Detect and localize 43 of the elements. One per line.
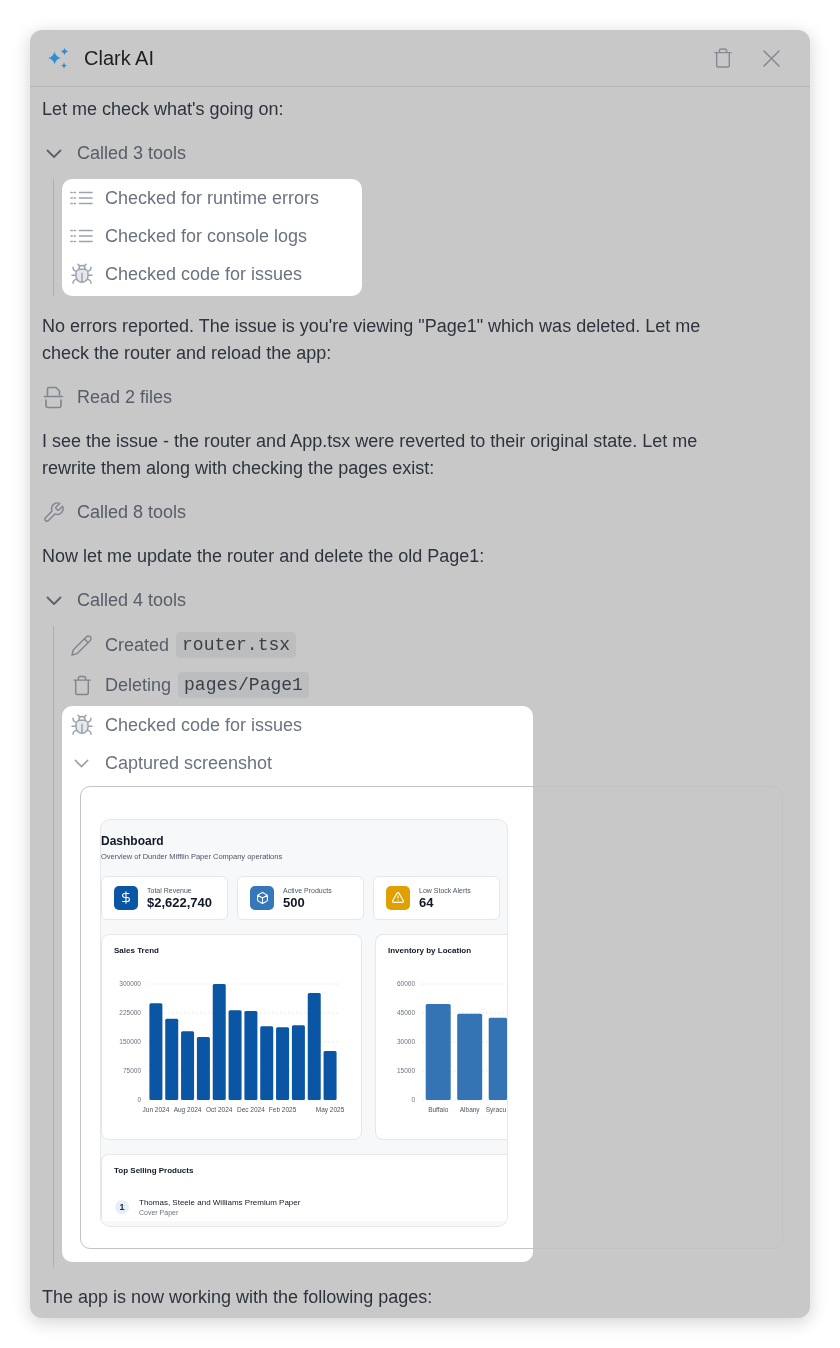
tool-call-label: Deleting — [105, 673, 172, 697]
message-text: The app is now working with the following pages: — [42, 1285, 434, 1309]
bug-icon — [70, 263, 93, 285]
tool-call-label: Checked code for issues — [105, 262, 303, 286]
trash-icon — [72, 674, 91, 696]
bar — [323, 1050, 337, 1100]
stat-value: 64 — [419, 894, 434, 910]
tool-group-toggle[interactable]: Read 2 files — [42, 384, 173, 411]
chart-title: Sales Trend — [113, 944, 159, 957]
stat-value: 500 — [283, 894, 305, 910]
tool-call-label: Checked for runtime errors — [105, 186, 320, 210]
tool-call-label: Created — [105, 633, 170, 657]
dashboard-title: Dashboard — [101, 832, 164, 849]
products-title: Top Selling Products — [114, 1164, 194, 1177]
delete-button[interactable] — [714, 48, 732, 68]
message-text: No errors reported. The issue is you're viewing "Page1" which was deleted. Let me check the router and reload the app: — [42, 315, 702, 365]
rank-badge: 1 — [115, 1200, 129, 1214]
tool-group-toggle[interactable]: Called 3 tools — [42, 140, 187, 167]
bar — [196, 1036, 210, 1100]
list-icon — [70, 191, 93, 205]
tool-group-toggle[interactable]: Called 8 tools — [42, 499, 187, 526]
tool-call-label: Checked for console logs — [105, 224, 308, 248]
tool-call-label: Checked code for issues — [105, 713, 303, 737]
stat-value: $2,622,740 — [147, 894, 213, 910]
message-text: Let me check what's going on: — [42, 98, 285, 121]
inline-code: router.tsx — [176, 632, 297, 658]
panel-title: Clark AI — [84, 46, 155, 71]
trash-icon — [714, 48, 732, 68]
list-icon — [70, 229, 93, 243]
sparkle-icon — [48, 47, 68, 69]
close-button[interactable] — [763, 49, 780, 67]
bar — [181, 1030, 195, 1100]
inline-code: pages/Page1 — [178, 672, 309, 698]
close-icon — [763, 49, 780, 67]
message-text: Now let me update the router and delete the old Page1: — [42, 545, 486, 568]
pencil-icon — [71, 634, 92, 656]
chart-title: Inventory by Location — [387, 944, 472, 957]
screenshot-toggle[interactable]: Captured screenshot — [70, 749, 273, 777]
tool-group-toggle[interactable]: Called 4 tools — [42, 587, 187, 614]
file-icon — [43, 386, 64, 409]
product-name: Thomas, Steele and Williams Premium Paper — [139, 1196, 301, 1208]
bug-icon — [70, 714, 93, 736]
message-text: I see the issue - the router and App.tsx were reverted to their original state. Let me rewrite them along with checking the pages exist: — [42, 430, 699, 480]
